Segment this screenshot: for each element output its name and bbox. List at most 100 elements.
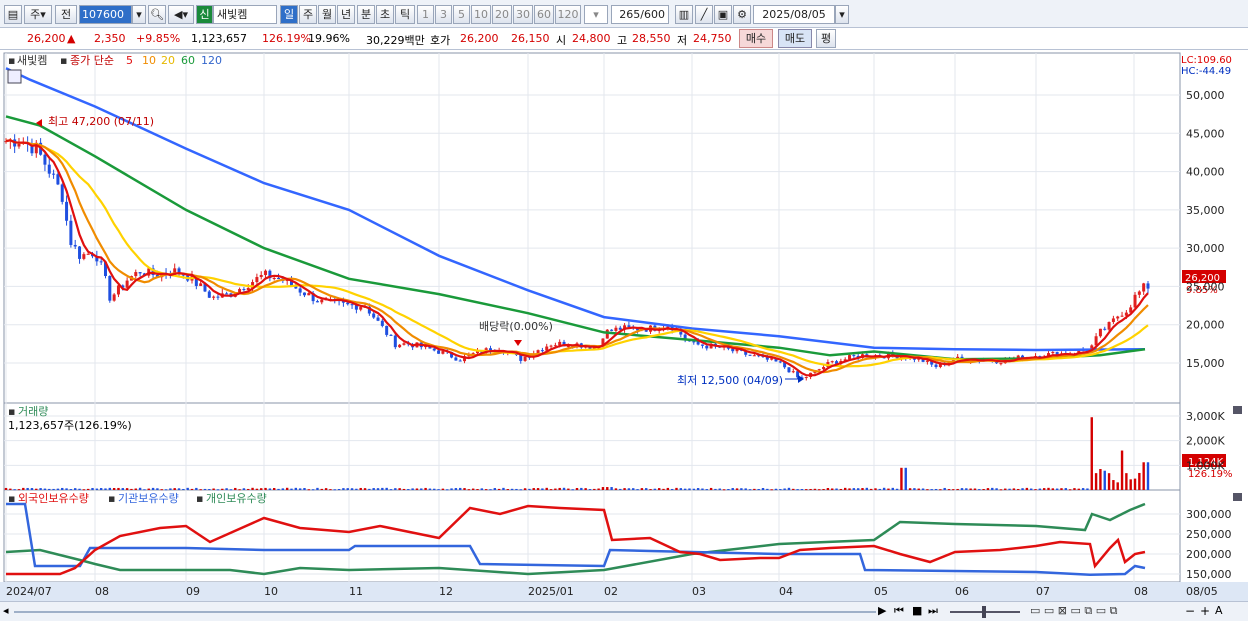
volume-bar <box>766 488 769 490</box>
horizontal-scrollbar[interactable] <box>14 611 876 613</box>
holdings-panel-close-icon[interactable] <box>1233 493 1242 501</box>
custom-interval-dropdown[interactable]: ▾ <box>584 5 608 24</box>
volume-bar <box>17 489 21 491</box>
interval-3[interactable]: 3 <box>435 5 452 24</box>
interval-1[interactable]: 1 <box>417 5 434 24</box>
calendar-dropdown-icon[interactable]: ▾ <box>835 5 849 24</box>
volume-bar <box>247 488 250 490</box>
volume-bar <box>1133 478 1137 490</box>
evaluate-button[interactable]: 평 <box>816 29 836 48</box>
stock-code-input[interactable]: 107600 <box>79 5 132 24</box>
volume-bar <box>718 488 721 490</box>
prev-button[interactable]: 전 <box>55 5 77 24</box>
volume-bar <box>913 488 916 490</box>
candle-body <box>705 345 709 349</box>
interval-120[interactable]: 120 <box>555 5 581 24</box>
window-menu-icon[interactable]: ▤ <box>4 5 22 24</box>
candle-body <box>52 173 56 175</box>
speaker-icon[interactable]: ◀▾ <box>168 5 194 24</box>
interval-30[interactable]: 30 <box>513 5 533 24</box>
volume-bar <box>683 488 687 490</box>
interval-5[interactable]: 5 <box>453 5 470 24</box>
volume-bar <box>294 487 298 490</box>
volume-bar <box>1081 488 1085 490</box>
candle-body <box>458 360 462 362</box>
tab-second[interactable]: 초 <box>376 5 394 24</box>
play-icon[interactable]: ▶ <box>878 604 886 617</box>
candle-body <box>540 350 544 352</box>
toolbar: ▤ 주▾ 전 107600 ▾ 🔍︎ ◀▾ 신 새빛켐 일 주 월 년 분 초 … <box>0 0 1248 28</box>
count-field[interactable]: 265/600 <box>611 5 669 24</box>
volume-bar <box>61 487 64 490</box>
volume-bar <box>112 488 116 490</box>
high-label: 고 <box>617 34 628 47</box>
tab-day[interactable]: 일 <box>280 5 298 24</box>
rewind-icon[interactable]: ⏮ <box>894 604 904 618</box>
sell-button[interactable]: 매도 <box>778 29 812 48</box>
candle-type-icon[interactable]: ▥ <box>675 5 693 24</box>
volume-bar <box>558 487 561 490</box>
tab-week[interactable]: 주 <box>299 5 317 24</box>
volume-bar <box>714 488 717 490</box>
legend-marker: ▪ <box>60 54 67 67</box>
volume-bar <box>610 487 613 490</box>
candle-body <box>86 253 90 255</box>
volume-bar <box>260 488 263 490</box>
market-button[interactable]: 주▾ <box>24 5 52 24</box>
tab-month[interactable]: 월 <box>318 5 336 24</box>
draw-tool-icon[interactable]: ╱ <box>695 5 713 24</box>
search-icon[interactable]: 🔍︎ <box>148 5 166 24</box>
candle-body <box>830 361 834 363</box>
forward-icon[interactable]: ⏭ <box>928 604 938 618</box>
volume-bar <box>1025 487 1029 490</box>
legend-marker: ▪ <box>8 492 15 505</box>
volume-bar <box>402 488 406 490</box>
scroll-left-icon[interactable]: ◂ <box>3 604 9 617</box>
candle-body <box>212 296 216 298</box>
candle-body <box>207 291 211 298</box>
calendar-icon[interactable] <box>7 69 22 84</box>
volume-bar <box>484 489 488 491</box>
volume-bar <box>692 488 695 490</box>
gear-icon[interactable]: ⚙ <box>733 5 751 24</box>
volume-bar <box>117 487 120 490</box>
interval-20[interactable]: 20 <box>492 5 512 24</box>
tab-minute[interactable]: 분 <box>357 5 375 24</box>
code-dropdown-icon[interactable]: ▾ <box>132 5 146 24</box>
candle-body <box>1094 336 1098 346</box>
layout-icons[interactable]: ▭ ▭ ⊠ ▭ ⧉ ▭ ⧉ <box>1030 604 1117 618</box>
tab-year[interactable]: 년 <box>337 5 355 24</box>
stock-name-field[interactable]: 새빛켐 <box>213 5 277 24</box>
candle-body <box>65 201 69 221</box>
chart-area[interactable]: ▪ 새빛켐 ▪ 종가 단순 5 10 20 60 120 LC:109.60 H… <box>0 50 1248 601</box>
volume-bar <box>1038 488 1042 490</box>
candle-body <box>199 283 203 286</box>
interval-60[interactable]: 60 <box>534 5 554 24</box>
volume-bar <box>22 487 25 490</box>
interval-10[interactable]: 10 <box>471 5 491 24</box>
font-size-icon[interactable]: A <box>1215 604 1223 617</box>
volume-bar <box>95 488 99 490</box>
zoom-slider-handle[interactable] <box>982 606 986 618</box>
volume-bar <box>290 488 293 490</box>
zoom-out-icon[interactable]: − <box>1185 604 1195 618</box>
volume-bar <box>1107 473 1111 490</box>
tab-tick[interactable]: 틱 <box>395 5 415 24</box>
save-icon[interactable]: ▣ <box>714 5 732 24</box>
volume-panel-close-icon[interactable] <box>1233 406 1242 414</box>
volume-bar <box>705 489 708 491</box>
zoom-in-icon[interactable]: + <box>1200 604 1210 618</box>
volume-bar <box>91 487 94 490</box>
candle-body <box>393 335 397 348</box>
volume-bar <box>441 488 445 490</box>
buy-button[interactable]: 매수 <box>739 29 773 48</box>
candle-body <box>610 329 614 331</box>
volume-bar <box>891 487 894 490</box>
lc-label: LC:109.60 <box>1181 55 1232 66</box>
candle-body <box>692 341 696 343</box>
stop-icon[interactable]: ■ <box>912 604 922 617</box>
volume-bar <box>242 488 246 490</box>
date-field[interactable]: 2025/08/05 <box>753 5 835 24</box>
price-tick-label: 30,000 <box>1186 242 1225 255</box>
candle-body <box>134 272 138 277</box>
